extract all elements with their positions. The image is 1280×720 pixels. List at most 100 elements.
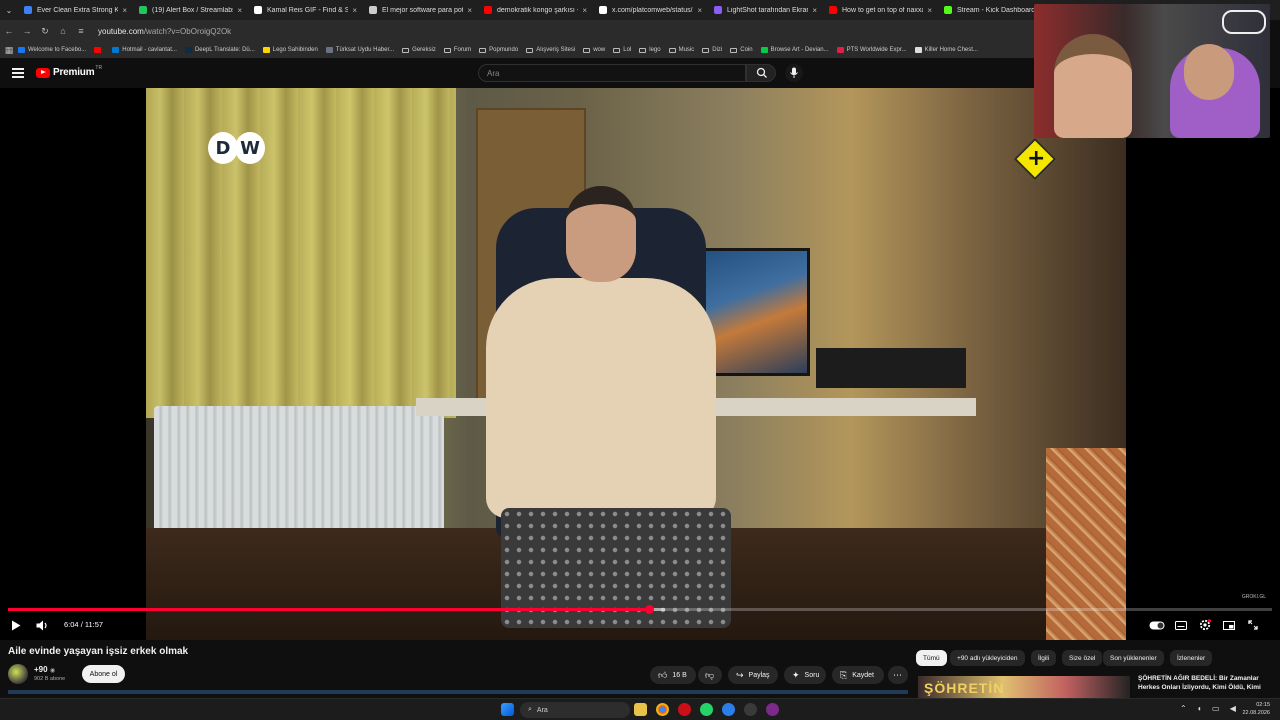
home-button[interactable]: ⌂ [54,26,72,36]
search-button[interactable] [746,64,776,82]
mail-icon [112,47,120,53]
chip-related[interactable]: İlgili [1031,650,1057,666]
subscribe-button[interactable]: Abone ol [82,665,125,683]
app-blue-icon[interactable] [722,703,735,716]
bookmark-label: Browse Art - Devian... [770,47,829,53]
bookmark-item[interactable]: Browse Art - Devian... [760,47,829,53]
back-button[interactable]: ← [0,26,18,36]
deviantart-icon [760,47,768,53]
deepl-icon [184,47,192,53]
bookmark-item[interactable] [94,47,104,53]
tab-close-icon[interactable]: × [237,6,242,15]
channel-avatar[interactable] [8,664,28,684]
browser-tab[interactable]: How to get on top of naxxar × [823,0,938,20]
video-title: Aile evinde yaşayan işsiz erkek olmak [8,646,189,657]
ask-button[interactable]: ✦ Soru [784,666,826,684]
reload-button[interactable]: ↻ [36,26,54,37]
bookmark-item[interactable]: Lego Sahibinden [262,47,318,53]
share-button[interactable]: ↪ Paylaş [728,666,778,684]
progress-bar[interactable] [8,605,1272,614]
windows-start-icon[interactable] [501,703,514,716]
more-actions-button[interactable]: ⋯ [888,666,908,684]
settings-button[interactable] [1197,618,1213,632]
bookmark-item[interactable]: Hotmail - cavlantat... [112,47,177,53]
obs-icon[interactable] [744,703,757,716]
tab-search-chevron-icon[interactable]: ⌄ [0,6,18,15]
clock[interactable]: 02:15 22.08.2026 [1242,701,1270,717]
chip-all[interactable]: Tümü [916,650,947,666]
bookmark-item[interactable]: Coin [730,47,753,53]
bookmark-label: Lol [623,47,632,53]
site-info-icon[interactable]: ≡ [72,26,90,36]
gear-icon [1199,619,1211,631]
chip-recent-uploads[interactable]: Son yüklenenler [1103,650,1164,666]
progress-scrubber[interactable] [644,605,654,614]
bookmark-item[interactable]: PTS Worldwide Expr... [836,47,907,53]
chip-for-you[interactable]: Size özel [1062,650,1103,666]
tab-close-icon[interactable]: × [697,6,702,15]
app-purple-icon[interactable] [766,703,779,716]
browser-tab[interactable]: x.com/platcomweb/status/2 × [593,0,708,20]
save-button[interactable]: ⎘ Kaydet [832,666,884,684]
browser-tab[interactable]: (19) Alert Box / Streamlabs × [133,0,248,20]
browser-tab[interactable]: demokratik kongo şarkısı - ki × [478,0,593,20]
url-field[interactable]: youtube.com/watch?v=ObOroigQ2Ok [98,27,231,36]
clock-date: 22.08.2026 [1242,710,1270,716]
bookmark-item[interactable]: Music [668,47,695,53]
tab-close-icon[interactable]: × [812,6,817,15]
taskbar-search[interactable]: ⌕ Ara [520,702,630,718]
page-scroll-indicator [8,690,908,694]
volume-button[interactable] [33,618,51,632]
time-display: 6:04 / 11:57 [64,620,103,629]
bookmark-item[interactable]: Dizi [702,47,722,53]
tab-close-icon[interactable]: × [352,6,357,15]
recommendation-title[interactable]: ŞÖHRETİN AĞIR BEDELİ: Bir Zamanlar Herke… [1138,674,1268,692]
menu-icon[interactable] [12,68,24,78]
bookmark-item[interactable]: Forum [443,47,471,53]
dislike-button[interactable]: 👎︎ [698,666,722,684]
subtitles-button[interactable] [1173,618,1189,632]
browser-tab[interactable]: Kamal Reis GIF - Find & Share× [248,0,363,20]
autoplay-toggle[interactable] [1148,618,1166,632]
youtube-country-code: TR [95,64,103,71]
bookmark-label: Music [678,47,695,53]
browser-tab[interactable]: Ever Clean Extra Strong Koku× [18,0,133,20]
opera-icon[interactable] [678,703,691,716]
tab-close-icon[interactable]: × [582,6,587,15]
video-player[interactable]: D W GROKI.GL 6:04 / 11:57 [0,88,1280,640]
youtube-logo[interactable]: Premium TR [36,64,103,78]
folder-icon [402,47,410,53]
bookmark-item[interactable]: Lol [613,47,631,53]
bookmark-item[interactable]: Popmundo [479,47,518,53]
tab-close-icon[interactable]: × [467,6,472,15]
fullscreen-button[interactable] [1245,618,1261,632]
bookmark-item[interactable]: wow [583,47,605,53]
bookmark-item[interactable]: Welcome to Facebo... [18,47,86,53]
bookmark-item[interactable]: lego [639,47,661,53]
bookmark-item[interactable]: Türksat Uydu Haber... [325,47,394,53]
browser-tab[interactable]: El mejor software para poten × [363,0,478,20]
bookmark-item[interactable]: Killer Home Chest... [914,47,978,53]
tab-close-icon[interactable]: × [927,6,932,15]
browser-tab[interactable]: LightShot tarafından Ekran Gö × [708,0,823,20]
channel-name[interactable]: +90 ◉ [34,665,55,674]
forward-button[interactable]: → [18,26,36,36]
miniplayer-button[interactable] [1221,618,1237,632]
progress-played [8,608,649,611]
play-button[interactable] [8,618,24,632]
voice-search-button[interactable] [785,64,803,82]
bookmark-item[interactable]: Alışveriş Sitesi [526,47,575,53]
chip-watched[interactable]: İzlenenler [1170,650,1213,666]
bookmark-item[interactable]: DeepL Translate: Dü... [184,47,255,53]
video-blanket [1046,448,1126,640]
chip-from-uploader[interactable]: +90 adlı yükleyiciden [950,650,1025,666]
chrome-icon[interactable] [656,703,669,716]
file-explorer-icon[interactable] [634,703,647,716]
bookmark-item[interactable]: Gereksiz [402,47,436,53]
system-tray-icons[interactable]: ⌃ ◖ ▭ ◀ [1180,704,1240,713]
tab-close-icon[interactable]: × [122,6,127,15]
like-button[interactable]: 👍︎ 16 B [650,666,696,684]
whatsapp-icon[interactable] [700,703,713,716]
search-input[interactable]: Ara [478,64,746,82]
apps-grid-icon[interactable]: ▦ [0,45,18,56]
